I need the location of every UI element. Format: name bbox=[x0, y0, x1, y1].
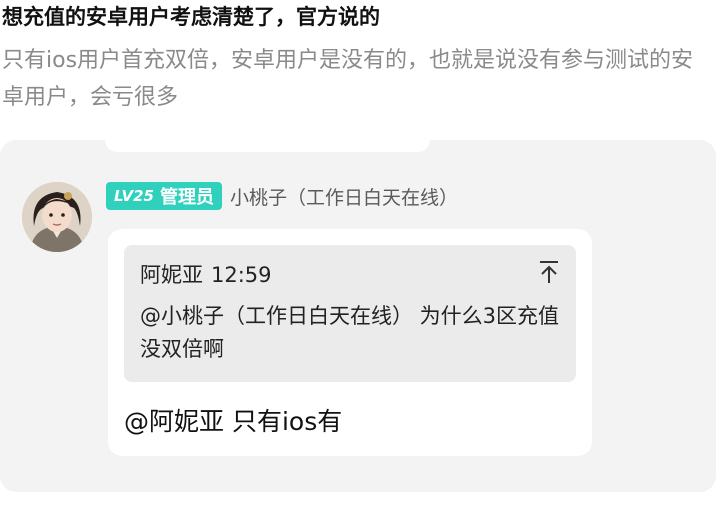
level-badge: LV25 管理员 bbox=[106, 182, 222, 210]
reply-text: @小桃子（工作日白天在线） 为什么3区充值没双倍啊 bbox=[140, 304, 560, 361]
author-row: LV25 管理员 小桃子（工作日白天在线） bbox=[106, 180, 458, 212]
reply-header: 阿妮亚 12:59 bbox=[140, 259, 272, 289]
author-name[interactable]: 小桃子（工作日白天在线） bbox=[230, 183, 458, 210]
card-top-notch bbox=[105, 140, 430, 152]
reply-time: 12:59 bbox=[211, 263, 272, 287]
reply-quote[interactable]: 阿妮亚 12:59 @小桃子（工作日白天在线） 为什么3区充值没双倍啊 bbox=[124, 245, 576, 382]
avatar[interactable] bbox=[22, 182, 92, 252]
pin-icon[interactable] bbox=[538, 259, 560, 285]
post-body: 只有ios用户首充双倍，安卓用户是没有的，也就是说没有参与测试的安卓用户，会亏很… bbox=[2, 48, 694, 110]
message-text: @阿妮亚 只有ios有 bbox=[124, 407, 343, 436]
post-title: 想充值的安卓用户考虑清楚了，官方说的 bbox=[2, 5, 380, 29]
role-label: 管理员 bbox=[159, 187, 214, 208]
level-label: LV25 bbox=[114, 187, 154, 205]
reply-author: 阿妮亚 bbox=[140, 263, 203, 287]
